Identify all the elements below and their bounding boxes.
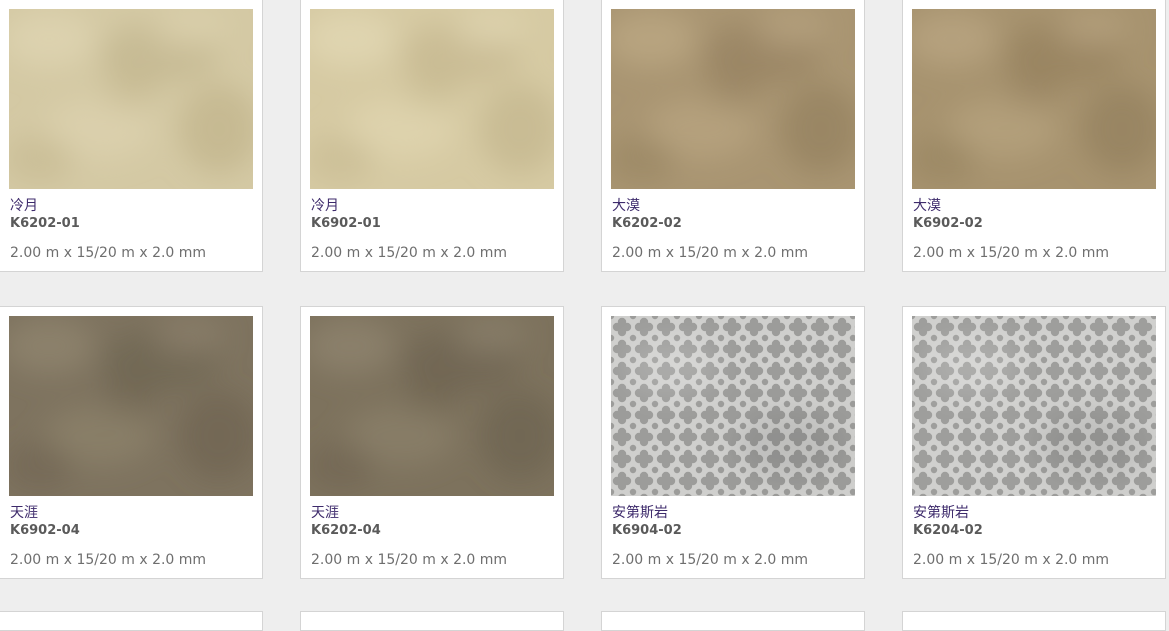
product-code: K6902-04 bbox=[10, 523, 80, 538]
product-card-partial[interactable] bbox=[0, 611, 263, 631]
product-size: 2.00 m x 15/20 m x 2.0 mm bbox=[311, 552, 508, 568]
product-grid: 冷月 K6202-01 2.00 m x 15/20 m x 2.0 mm 冷月… bbox=[0, 0, 1169, 631]
product-code: K6202-04 bbox=[311, 523, 381, 538]
product-code: K6204-02 bbox=[913, 523, 983, 538]
product-name[interactable]: 天涯 bbox=[10, 502, 38, 522]
product-swatch-image[interactable] bbox=[912, 316, 1156, 496]
product-card[interactable]: 冷月 K6202-01 2.00 m x 15/20 m x 2.0 mm bbox=[0, 0, 263, 272]
product-size: 2.00 m x 15/20 m x 2.0 mm bbox=[311, 245, 508, 261]
product-card[interactable]: 大漠 K6902-02 2.00 m x 15/20 m x 2.0 mm bbox=[902, 0, 1166, 272]
product-size: 2.00 m x 15/20 m x 2.0 mm bbox=[612, 245, 809, 261]
product-card[interactable]: 大漠 K6202-02 2.00 m x 15/20 m x 2.0 mm bbox=[601, 0, 865, 272]
product-card[interactable]: 安第斯岩 K6904-02 2.00 m x 15/20 m x 2.0 mm bbox=[601, 306, 865, 579]
product-code: K6904-02 bbox=[612, 523, 682, 538]
product-name[interactable]: 冷月 bbox=[311, 195, 339, 215]
product-swatch-image[interactable] bbox=[310, 316, 554, 496]
product-code: K6202-01 bbox=[10, 216, 80, 231]
product-card[interactable]: 安第斯岩 K6204-02 2.00 m x 15/20 m x 2.0 mm bbox=[902, 306, 1166, 579]
product-size: 2.00 m x 15/20 m x 2.0 mm bbox=[913, 245, 1110, 261]
product-card-partial[interactable] bbox=[601, 611, 865, 631]
product-swatch-image[interactable] bbox=[310, 9, 554, 189]
product-name[interactable]: 大漠 bbox=[913, 195, 941, 215]
product-code: K6902-02 bbox=[913, 216, 983, 231]
product-size: 2.00 m x 15/20 m x 2.0 mm bbox=[10, 245, 207, 261]
product-card[interactable]: 冷月 K6902-01 2.00 m x 15/20 m x 2.0 mm bbox=[300, 0, 564, 272]
product-name[interactable]: 天涯 bbox=[311, 502, 339, 522]
product-card[interactable]: 天涯 K6902-04 2.00 m x 15/20 m x 2.0 mm bbox=[0, 306, 263, 579]
product-card[interactable]: 天涯 K6202-04 2.00 m x 15/20 m x 2.0 mm bbox=[300, 306, 564, 579]
product-card-partial[interactable] bbox=[902, 611, 1166, 631]
product-swatch-image[interactable] bbox=[9, 9, 253, 189]
product-code: K6202-02 bbox=[612, 216, 682, 231]
product-size: 2.00 m x 15/20 m x 2.0 mm bbox=[913, 552, 1110, 568]
product-swatch-image[interactable] bbox=[912, 9, 1156, 189]
product-swatch-image[interactable] bbox=[611, 316, 855, 496]
product-code: K6902-01 bbox=[311, 216, 381, 231]
product-swatch-image[interactable] bbox=[611, 9, 855, 189]
product-swatch-image[interactable] bbox=[9, 316, 253, 496]
product-size: 2.00 m x 15/20 m x 2.0 mm bbox=[10, 552, 207, 568]
product-name[interactable]: 安第斯岩 bbox=[612, 502, 668, 522]
product-name[interactable]: 大漠 bbox=[612, 195, 640, 215]
product-name[interactable]: 冷月 bbox=[10, 195, 38, 215]
product-size: 2.00 m x 15/20 m x 2.0 mm bbox=[612, 552, 809, 568]
product-card-partial[interactable] bbox=[300, 611, 564, 631]
product-name[interactable]: 安第斯岩 bbox=[913, 502, 969, 522]
